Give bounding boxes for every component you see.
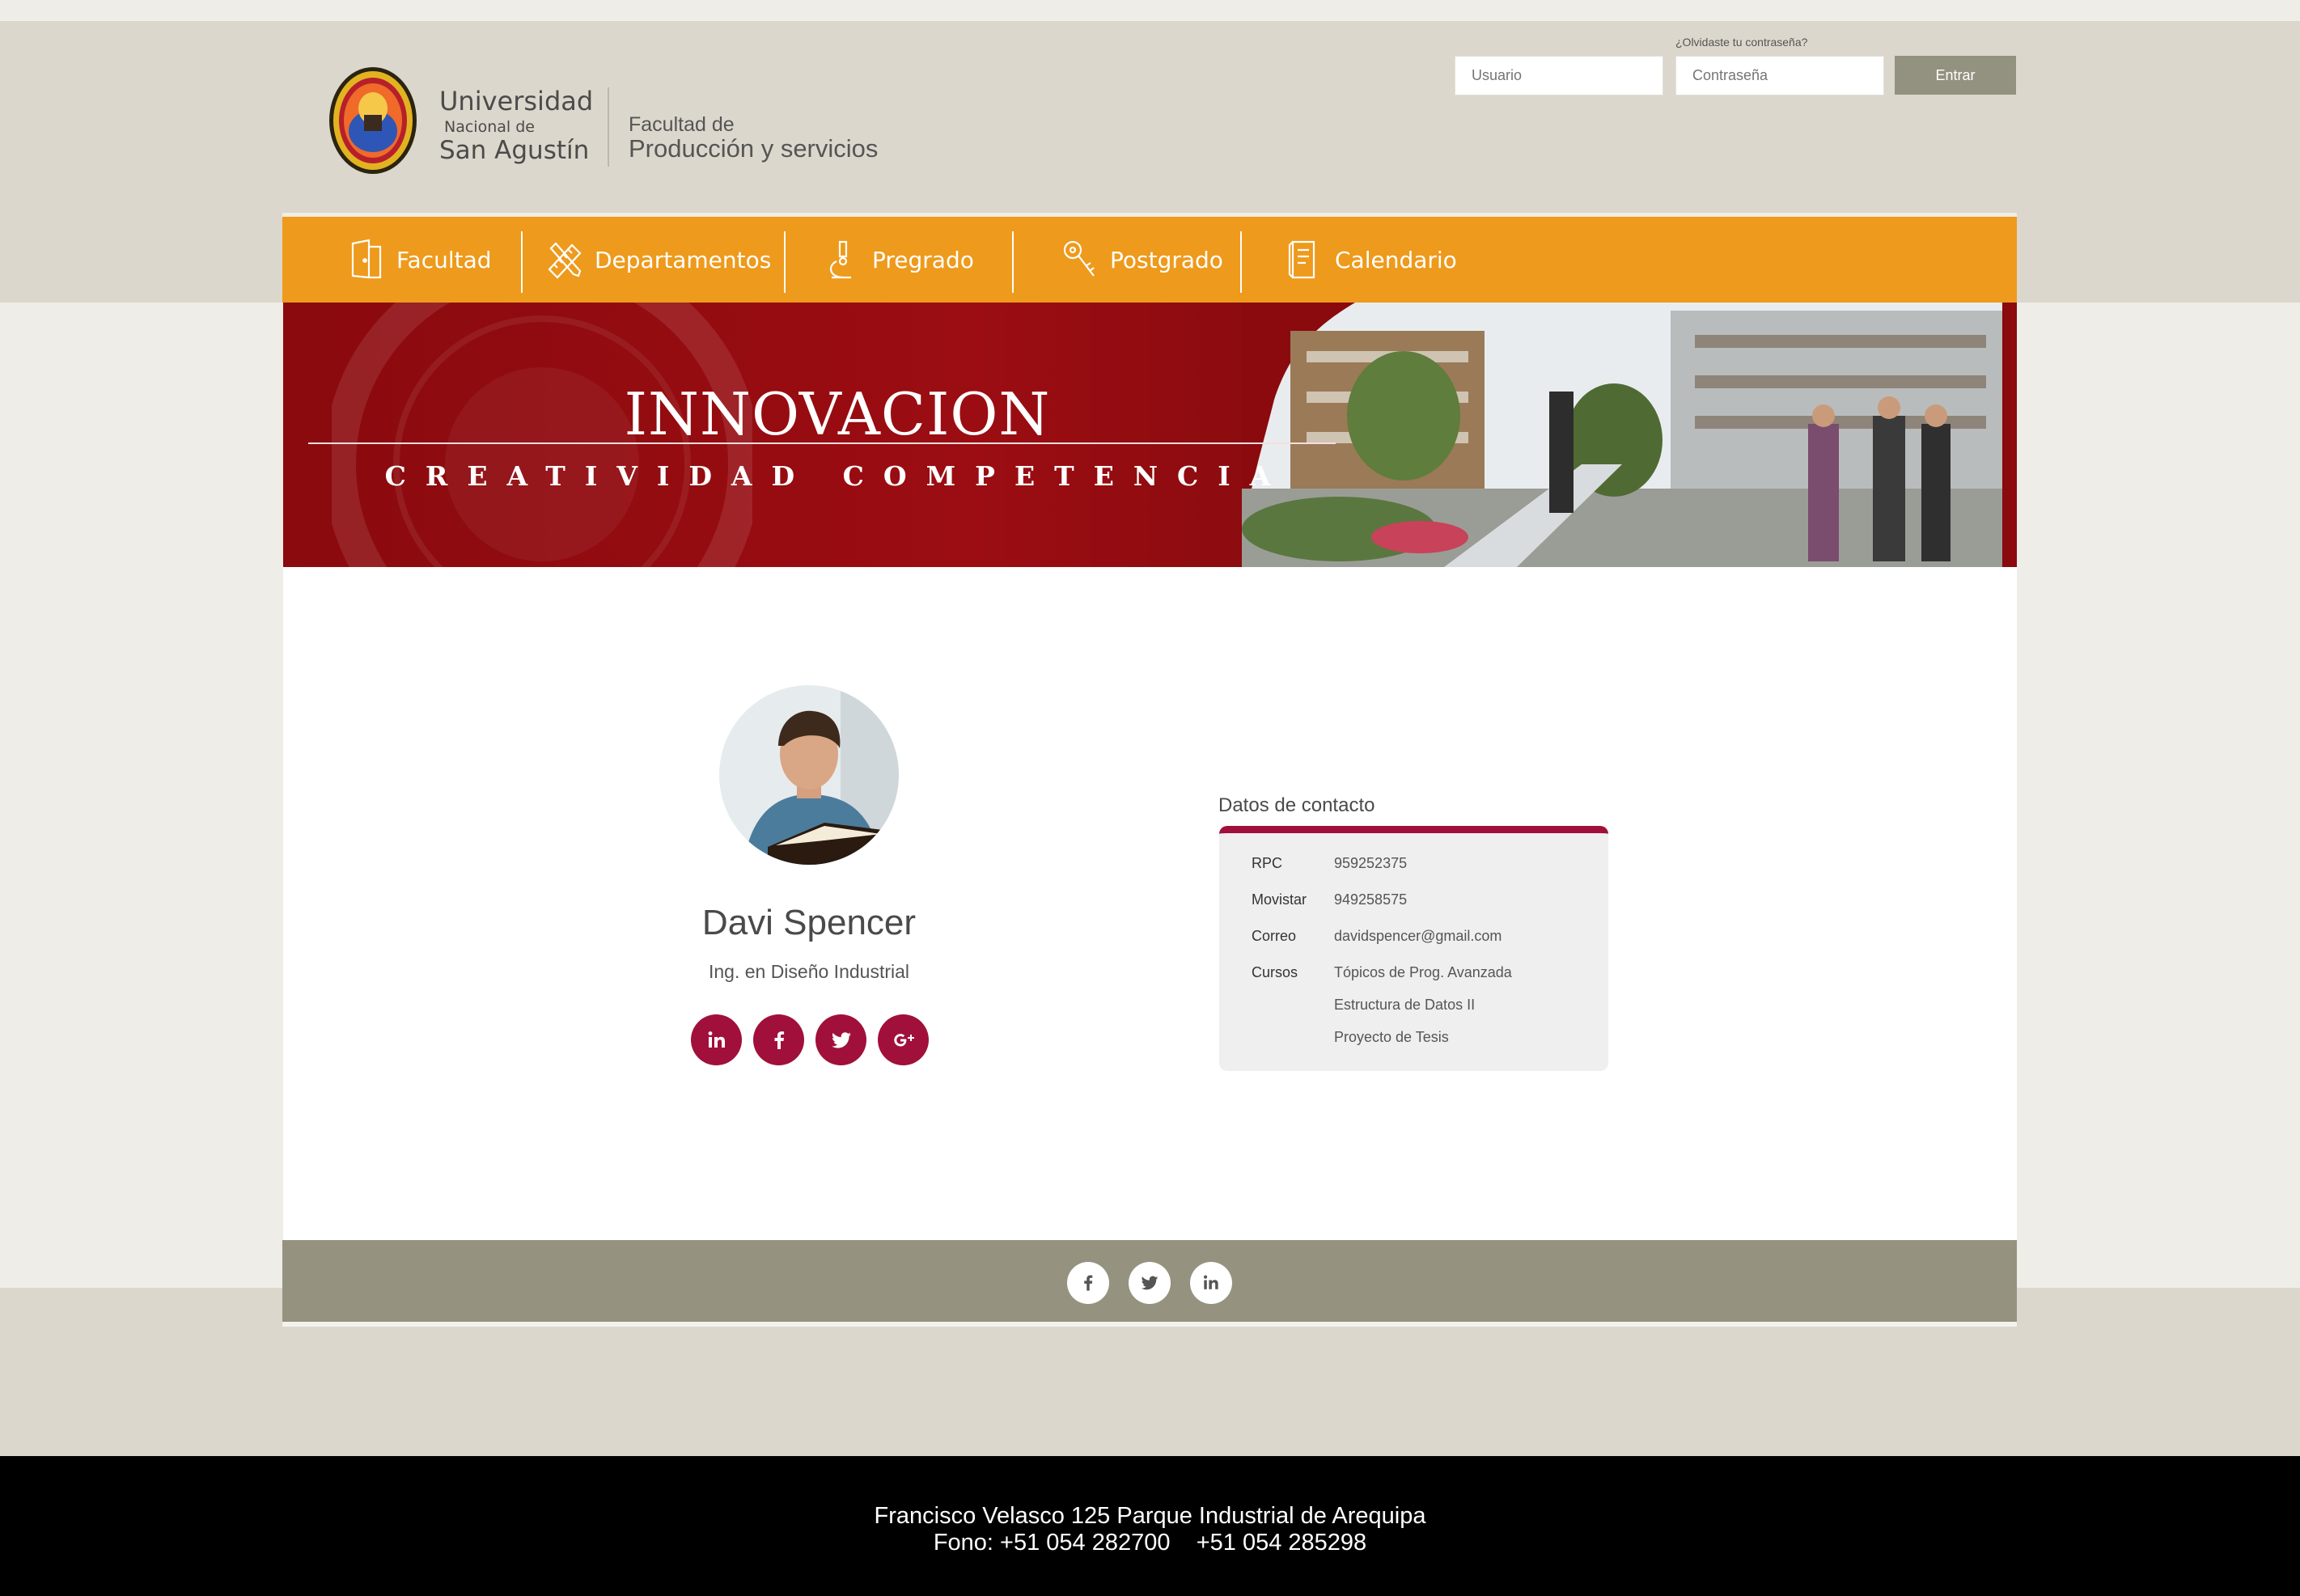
nav-label: Postgrado (1110, 246, 1223, 273)
nav-separator (521, 231, 523, 293)
profile-twitter-button[interactable] (815, 1014, 866, 1065)
courses-label: Cursos (1252, 964, 1298, 980)
main-content (283, 567, 2017, 1240)
door-icon (351, 239, 382, 279)
university-name-line1: Universidad (439, 86, 594, 116)
contact-card: RPC 959252375 Movistar 949258575 Correo … (1219, 826, 1608, 1071)
rpc-value: 959252375 (1334, 855, 1408, 871)
banner-title: INNOVACION (624, 380, 1051, 448)
profile-name: Davi Spencer (701, 903, 917, 942)
faculty-name-line1: Facultad de (629, 113, 735, 136)
banner-divider (308, 442, 1336, 444)
profile-google-plus-button[interactable] (878, 1014, 929, 1065)
nav-separator (1012, 231, 1014, 293)
profile-linkedin-button[interactable] (691, 1014, 742, 1065)
university-name-line2: Nacional de (444, 118, 535, 136)
nav-label: Pregrado (872, 246, 974, 273)
login-button[interactable]: Entrar (1895, 56, 2016, 95)
nav-item-pregrado[interactable]: Pregrado (824, 217, 974, 303)
movistar-value: 949258575 (1334, 891, 1408, 908)
password-input[interactable] (1675, 56, 1884, 95)
footer-address: Francisco Velasco 125 Parque Industrial … (874, 1503, 1426, 1529)
nav-item-facultad[interactable]: Facultad (348, 217, 492, 303)
course-item: Proyecto de Tesis (1334, 1029, 1449, 1045)
logo-divider (608, 87, 609, 167)
footer-facebook-button[interactable] (1067, 1262, 1109, 1304)
twitter-icon (831, 1031, 851, 1048)
nav-separator (1240, 231, 1242, 293)
facebook-icon (774, 1031, 784, 1049)
nav-separator (784, 231, 786, 293)
rpc-label: RPC (1252, 855, 1283, 871)
twitter-icon (1141, 1276, 1158, 1290)
movistar-label: Movistar (1252, 891, 1307, 908)
profile-facebook-button[interactable] (753, 1014, 804, 1065)
linkedin-icon (708, 1031, 725, 1048)
profile-avatar (719, 685, 899, 865)
nav-label: Calendario (1335, 246, 1457, 273)
contact-heading: Datos de contacto (1218, 794, 1375, 816)
email-value[interactable]: davidspencer@gmail.com (1334, 928, 1502, 945)
footer-twitter-button[interactable] (1129, 1262, 1171, 1304)
hero-banner: INNOVACION CREATIVIDAD COMPETENCIA (283, 303, 2017, 567)
facebook-icon (1084, 1275, 1093, 1291)
university-name-line3: San Agustín (439, 136, 590, 165)
calendar-book-icon (1288, 240, 1315, 279)
nav-label: Departamentos (595, 246, 772, 273)
username-input[interactable] (1455, 56, 1663, 95)
google-plus-icon (893, 1033, 914, 1046)
faculty-name-line2: Producción y servicios (629, 134, 879, 163)
nav-label: Facultad (396, 246, 492, 273)
forgot-password-link[interactable]: ¿Olvidaste tu contraseña? (1675, 36, 1807, 49)
linkedin-icon (1203, 1275, 1218, 1289)
ruler-pencil-icon (548, 242, 582, 279)
address-footer: Francisco Velasco 125 Parque Industrial … (0, 1456, 2300, 1596)
footer-bottom-border (282, 1322, 2017, 1327)
nav-item-departamentos[interactable]: Departamentos (546, 217, 771, 303)
university-seal-logo[interactable] (328, 66, 417, 176)
banner-subtitle: CREATIVIDAD COMPETENCIA (384, 460, 1290, 492)
footer-phones: Fono: +51 054 282700 +51 054 285298 (933, 1530, 1367, 1556)
course-item: Tópicos de Prog. Avanzada (1334, 964, 1512, 980)
profile-title: Ing. en Diseño Industrial (708, 961, 910, 982)
footer-linkedin-button[interactable] (1190, 1262, 1232, 1304)
email-label: Correo (1252, 928, 1297, 944)
nav-item-calendario[interactable]: Calendario (1286, 217, 1457, 303)
key-icon (1063, 240, 1095, 277)
microscope-icon (829, 240, 851, 279)
course-item: Estructura de Datos II (1334, 997, 1476, 1013)
nav-item-postgrado[interactable]: Postgrado (1061, 217, 1223, 303)
